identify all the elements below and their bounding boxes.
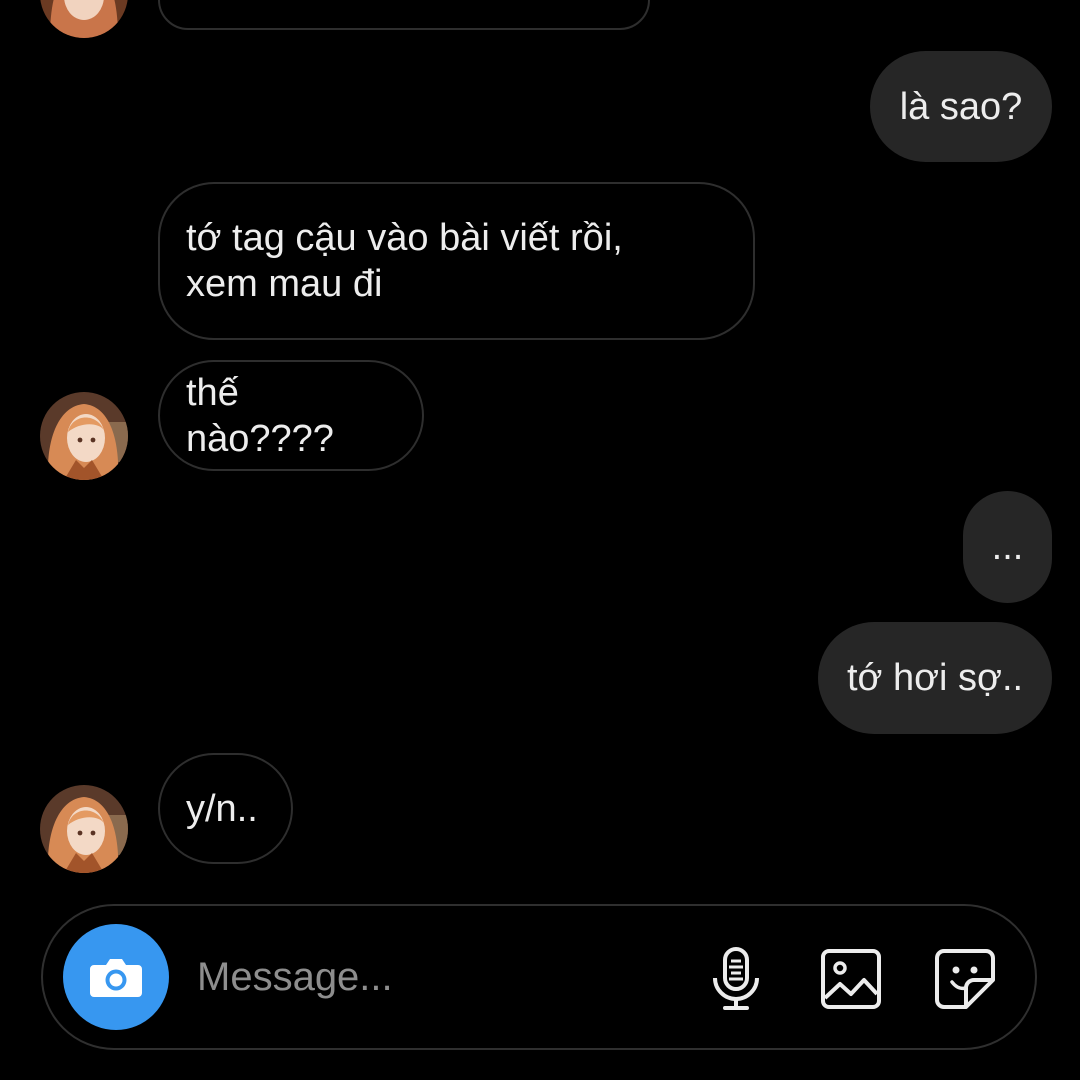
contact-avatar[interactable]	[40, 392, 128, 480]
message-bubble-incoming[interactable]	[158, 0, 650, 30]
sticker-button[interactable]	[930, 944, 1000, 1014]
camera-button[interactable]	[63, 924, 169, 1030]
message-text: ...	[991, 526, 1024, 568]
message-text: thế nào????	[186, 371, 334, 460]
message-composer	[41, 904, 1037, 1050]
contact-avatar[interactable]	[40, 0, 128, 38]
gallery-icon	[821, 949, 881, 1009]
message-bubble-incoming[interactable]: thế nào????	[158, 360, 424, 471]
message-text: tớ hơi sợ..	[846, 657, 1024, 699]
camera-icon	[90, 959, 142, 997]
message-bubble-outgoing[interactable]: ...	[963, 491, 1052, 603]
message-text: là sao?	[899, 85, 1023, 128]
message-text: tớ tag cậu vào bài viết rồi, xem mau đi	[186, 217, 623, 305]
microphone-button[interactable]	[701, 944, 771, 1014]
message-text: y/n..	[186, 787, 258, 830]
message-input[interactable]	[197, 946, 667, 1008]
microphone-icon	[713, 947, 759, 1010]
message-bubble-outgoing[interactable]: là sao?	[870, 51, 1052, 162]
sticker-icon	[935, 949, 995, 1009]
message-bubble-incoming[interactable]: y/n..	[158, 753, 293, 864]
gallery-button[interactable]	[816, 944, 886, 1014]
contact-avatar[interactable]	[40, 785, 128, 873]
message-bubble-incoming[interactable]: tớ tag cậu vào bài viết rồi, xem mau đi	[158, 182, 755, 340]
message-bubble-outgoing[interactable]: tớ hơi sợ..	[818, 622, 1052, 734]
